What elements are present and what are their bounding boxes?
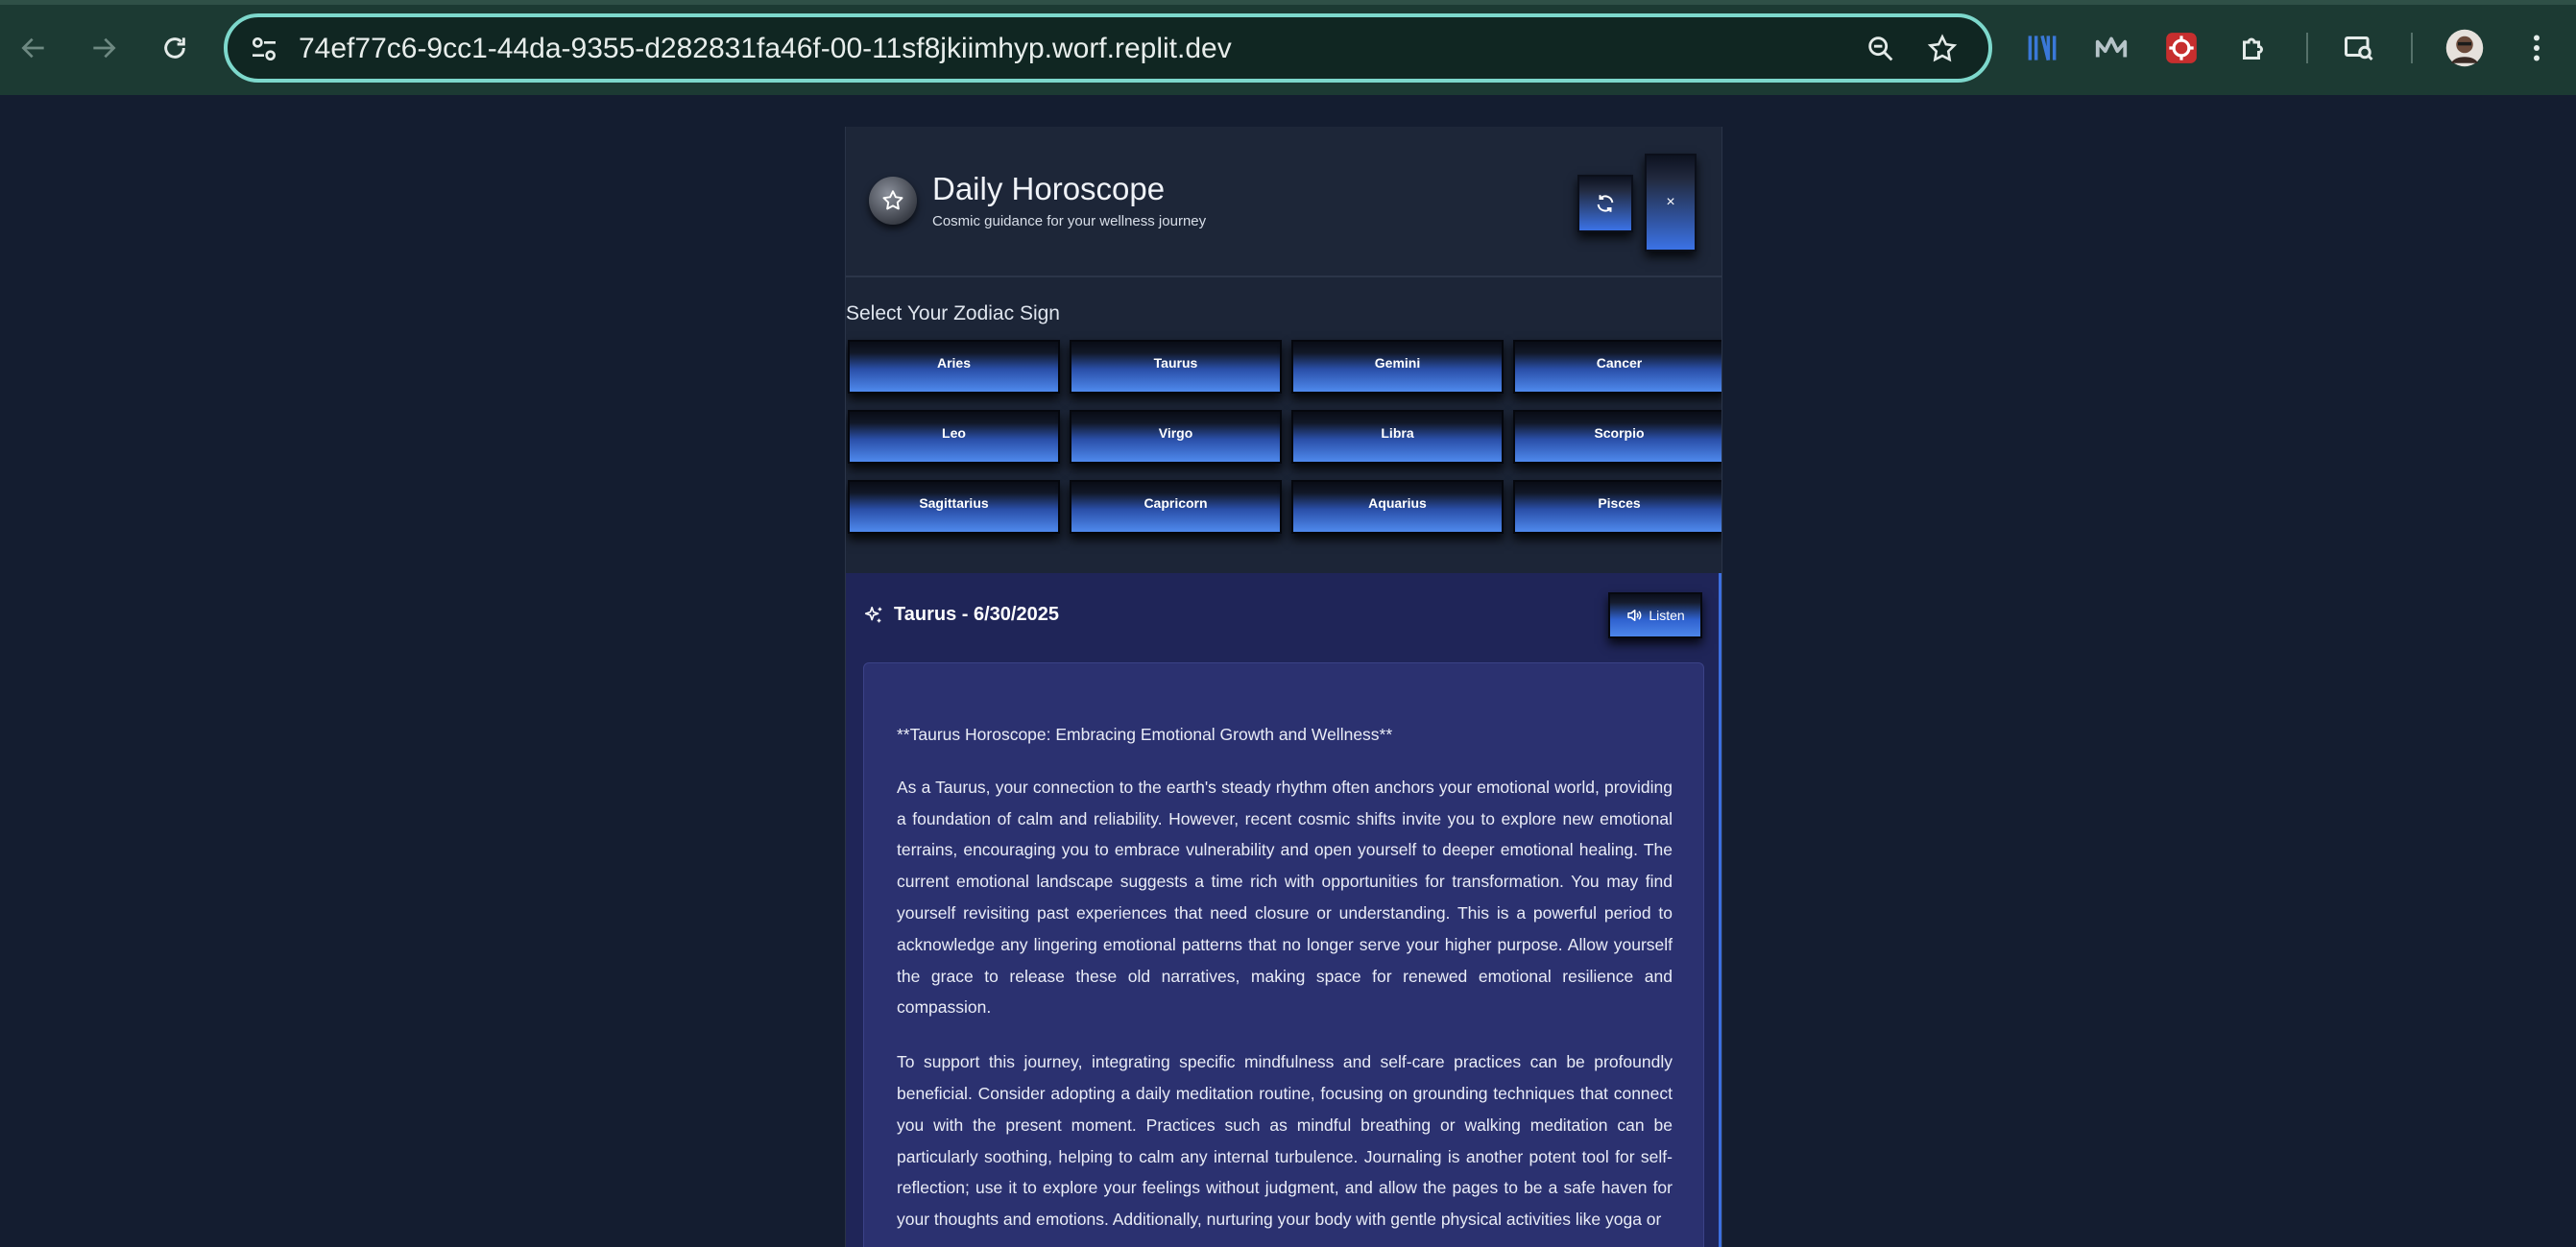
close-button[interactable]: × [1645, 154, 1697, 252]
sparkles-icon [864, 606, 882, 622]
speaker-icon [1627, 610, 1642, 621]
close-icon: × [1666, 194, 1675, 210]
sign-button-capricorn[interactable]: Capricorn [1070, 480, 1282, 534]
listen-label: Listen [1649, 608, 1685, 623]
sign-button-libra[interactable]: Libra [1291, 410, 1504, 464]
horoscope-result-panel: Taurus - 6/30/2025 Listen **Taurus Horos… [846, 573, 1721, 1247]
refresh-button[interactable] [1577, 175, 1633, 232]
app-header: Daily Horoscope Cosmic guidance for your… [846, 127, 1721, 277]
profile-avatar[interactable] [2444, 27, 2486, 69]
sign-button-gemini[interactable]: Gemini [1291, 340, 1504, 394]
toolbar-divider [2306, 33, 2308, 63]
sign-button-aquarius[interactable]: Aquarius [1291, 480, 1504, 534]
reading-paragraph: As a Taurus, your connection to the eart… [897, 777, 1673, 1018]
red-extension-icon[interactable] [2160, 27, 2203, 69]
address-bar[interactable]: 74ef77c6-9cc1-44da-9355-d282831fa46f-00-… [224, 13, 1992, 83]
result-title: Taurus - 6/30/2025 [894, 604, 1059, 625]
url-text[interactable]: 74ef77c6-9cc1-44da-9355-d282831fa46f-00-… [299, 32, 1232, 66]
zoom-icon[interactable] [1865, 33, 1897, 65]
sign-button-leo[interactable]: Leo [848, 410, 1060, 464]
tab-search-icon[interactable] [2338, 27, 2380, 69]
reload-icon [164, 37, 185, 59]
toolbar-divider [2411, 33, 2413, 63]
malwarebytes-extension-icon[interactable] [2090, 27, 2132, 69]
reading-paragraph: To support this journey, integrating spe… [897, 1052, 1673, 1230]
forward-arrow-icon [93, 37, 116, 59]
sign-button-taurus[interactable]: Taurus [1070, 340, 1282, 394]
zodiac-section-label: Select Your Zodiac Sign [846, 302, 1060, 324]
star-logo-icon [869, 177, 917, 225]
app-subtitle: Cosmic guidance for your wellness journe… [932, 213, 1207, 229]
app-title: Daily Horoscope [932, 171, 1166, 206]
reading-headline: **Taurus Horoscope: Embracing Emotional … [897, 725, 1393, 744]
result-heading: Taurus - 6/30/2025 [863, 604, 1059, 626]
extension-bars-icon[interactable] [2021, 27, 2063, 69]
sign-button-cancer[interactable]: Cancer [1513, 340, 1721, 394]
sign-button-virgo[interactable]: Virgo [1070, 410, 1282, 464]
site-settings-icon[interactable] [249, 34, 279, 64]
listen-button[interactable]: Listen [1608, 592, 1702, 638]
browser-menu-icon[interactable] [2516, 27, 2558, 69]
forward-button[interactable] [80, 24, 128, 72]
refresh-icon [1597, 195, 1614, 212]
horoscope-reading: **Taurus Horoscope: Embracing Emotional … [863, 662, 1704, 1247]
back-arrow-icon [21, 37, 44, 59]
reload-button[interactable] [151, 24, 199, 72]
sign-button-aries[interactable]: Aries [848, 340, 1060, 394]
extensions-puzzle-icon[interactable] [2233, 27, 2275, 69]
browser-toolbar: 74ef77c6-9cc1-44da-9355-d282831fa46f-00-… [0, 0, 2576, 95]
bookmark-star-icon[interactable] [1926, 33, 1959, 65]
back-button[interactable] [10, 24, 58, 72]
tab-strip-edge [0, 0, 2576, 5]
sign-button-pisces[interactable]: Pisces [1513, 480, 1721, 534]
sign-button-scorpio[interactable]: Scorpio [1513, 410, 1721, 464]
sign-button-sagittarius[interactable]: Sagittarius [848, 480, 1060, 534]
horoscope-app: Daily Horoscope Cosmic guidance for your… [845, 127, 1722, 1247]
